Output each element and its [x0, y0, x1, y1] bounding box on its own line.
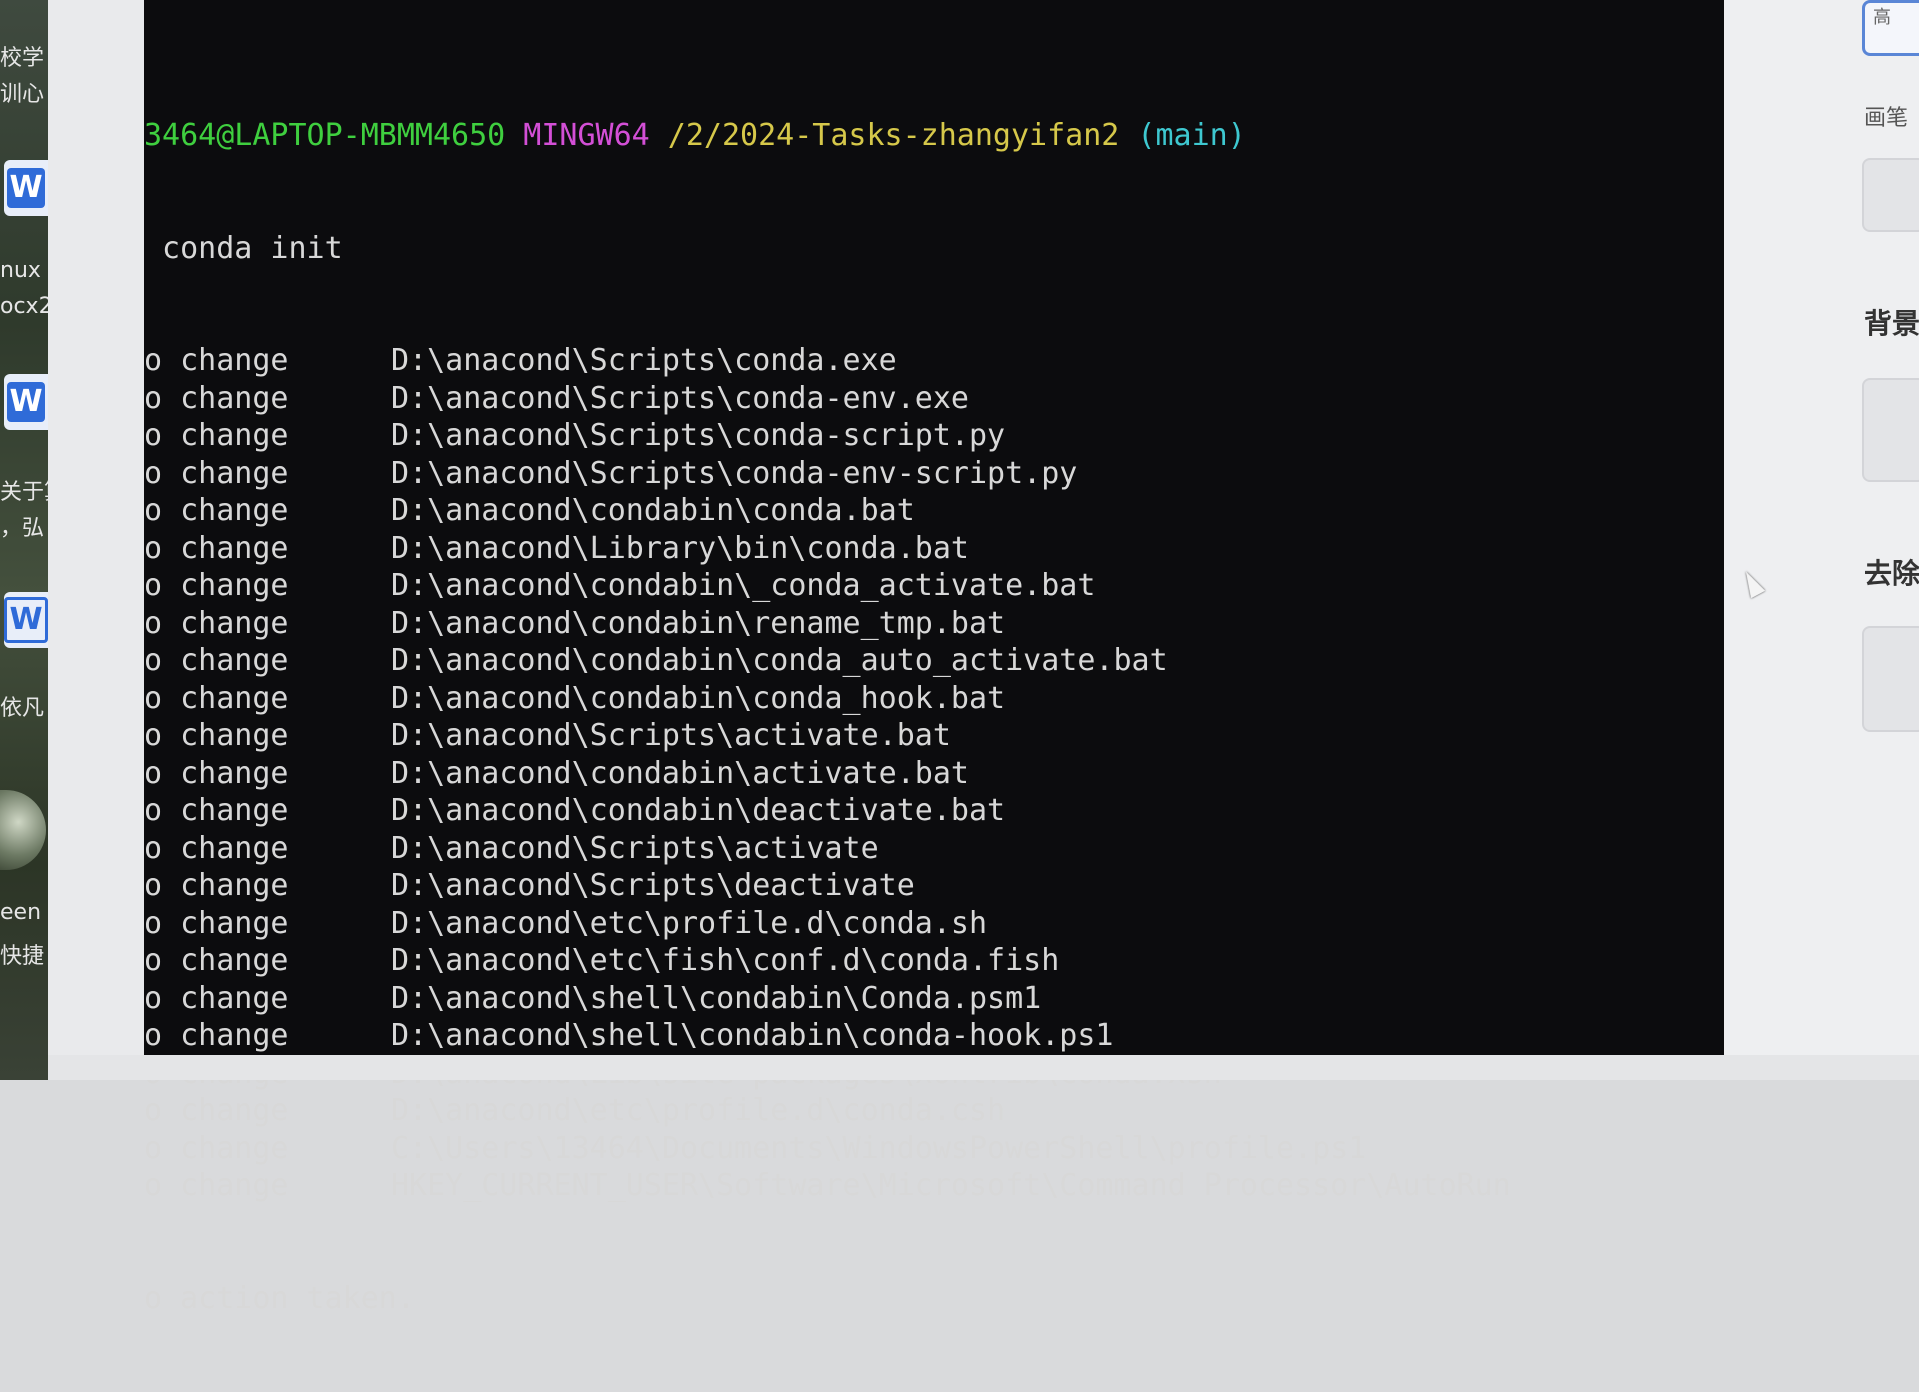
line-target-path: D:\anacond\Library\bin\conda.bat: [391, 530, 969, 566]
panel-top-label: 高: [1873, 7, 1891, 28]
bottom-edge: [48, 1055, 1919, 1080]
line-target-path: D:\anacond\condabin\conda_hook.bat: [391, 680, 1006, 716]
line-action: o change: [144, 905, 289, 941]
output-line: o change D:\anacond\condabin\conda.bat: [144, 492, 1724, 530]
output-line: o change C:\Users\13464\Documents\Windows…: [144, 1130, 1724, 1168]
output-line: o change D:\anacond\Scripts\conda-env-scr…: [144, 455, 1724, 493]
output-line: o change D:\anacond\shell\condabin\conda-…: [144, 1017, 1724, 1055]
desktop-label: ，弘: [0, 516, 45, 541]
prompt-line: 3464@LAPTOP-MBMM4650 MINGW64 /2/2024-Tas…: [144, 117, 1724, 155]
line-target-path: D:\anacond\condabin\conda_auto_activate.…: [391, 643, 1168, 678]
terminal-window[interactable]: 3464@LAPTOP-MBMM4650 MINGW64 /2/2024-Tas…: [144, 0, 1724, 1316]
desktop-label: 依凡: [0, 696, 45, 721]
line-action: o change: [144, 868, 289, 903]
panel-label-brush: 画笔: [1864, 106, 1909, 131]
panel-top-button[interactable]: 高: [1862, 0, 1919, 56]
command-line: conda init: [144, 230, 343, 266]
output-line: o change D:\anacond\Scripts\deactivate: [144, 867, 1724, 905]
line-action: o change: [144, 980, 289, 1016]
output-line: o change D:\anacond\Scripts\conda-env.exe: [144, 380, 1724, 418]
line-action: o change: [144, 530, 289, 566]
line-target-path: D:\anacond\Scripts\conda-env.exe: [391, 380, 969, 416]
line-action: o change: [144, 493, 289, 528]
line-target-path: D:\anacond\condabin\_conda_activate.bat: [391, 568, 1096, 603]
desktop-label: 训心: [0, 82, 45, 107]
output-line: o change D:\anacond\condabin\rename_tmp.b…: [144, 605, 1724, 643]
desktop-label: ocx2: [0, 294, 48, 319]
line-target-path: D:\anacond\condabin\rename_tmp.bat: [391, 605, 1006, 641]
output-line: o change HKEY_CURRENT_USER\Software\Micro…: [144, 1167, 1724, 1205]
line-action: o change: [144, 1168, 289, 1203]
line-action: o change: [144, 418, 289, 453]
line-target-path: D:\anacond\shell\condabin\Conda.psm1: [391, 980, 1042, 1016]
output-line: o change D:\anacond\etc\profile.d\conda.c…: [144, 1092, 1724, 1130]
output-line: o change D:\anacond\condabin\conda_auto_a…: [144, 642, 1724, 680]
line-action: o change: [144, 1093, 289, 1128]
output-line: o change D:\anacond\condabin\conda_hook.b…: [144, 680, 1724, 718]
line-action: o change: [144, 643, 289, 678]
line-target-path: D:\anacond\etc\profile.d\conda.sh: [391, 905, 988, 941]
output-line: o change D:\anacond\etc\fish\conf.d\conda…: [144, 942, 1724, 980]
output-line: o change D:\anacond\Scripts\conda.exe: [144, 342, 1724, 380]
prompt-user-host: 3464@LAPTOP-MBMM4650: [144, 118, 506, 153]
output-line: o change D:\anacond\Scripts\activate: [144, 830, 1724, 868]
line-target-path: HKEY_CURRENT_USER\Software\Microsoft\Com…: [391, 1168, 1511, 1203]
output-line: o change D:\anacond\Library\bin\conda.bat: [144, 530, 1724, 568]
output-line: o change D:\anacond\shell\condabin\Conda.…: [144, 980, 1724, 1018]
output-line: o change D:\anacond\etc\profile.d\conda.s…: [144, 905, 1724, 943]
line-action: o change: [144, 680, 289, 716]
output-line: o change D:\anacond\Scripts\conda-script.…: [144, 417, 1724, 455]
panel-option-box[interactable]: [1862, 626, 1919, 732]
line-action: o change: [144, 380, 289, 416]
window-margin: [48, 0, 144, 1080]
desktop-label: een: [0, 900, 42, 925]
line-target-path: D:\anacond\shell\condabin\conda-hook.ps1: [391, 1018, 1114, 1053]
line-target-path: D:\anacond\condabin\deactivate.bat: [391, 793, 1006, 828]
line-action: o change: [144, 455, 289, 491]
globe-icon[interactable]: [0, 790, 46, 870]
wps-writer-icon[interactable]: W: [4, 374, 48, 430]
line-target-path: D:\anacond\Scripts\deactivate: [391, 868, 915, 903]
line-action: o change: [144, 343, 289, 378]
line-target-path: D:\anacond\Scripts\activate.bat: [391, 718, 951, 753]
wps-writer-icon[interactable]: W: [4, 592, 48, 648]
desktop-strip: 校学 训心 W nux ocx2 W 关于算 ，弘 W 依凡 een 快捷: [0, 0, 48, 1080]
panel-option-box[interactable]: [1862, 158, 1919, 232]
line-target-path: D:\anacond\etc\fish\conf.d\conda.fish: [391, 943, 1060, 978]
line-action: o change: [144, 718, 289, 753]
panel-label-remove: 去除: [1864, 557, 1919, 590]
line-target-path: D:\anacond\Scripts\conda.exe: [391, 343, 897, 378]
line-action: o change: [144, 1018, 289, 1053]
wps-writer-icon[interactable]: W: [4, 160, 48, 216]
line-action: o change: [144, 1130, 289, 1166]
line-target-path: D:\anacond\Scripts\conda-env-script.py: [391, 455, 1078, 491]
desktop-label: 关于算: [0, 480, 48, 505]
line-action: o change: [144, 943, 289, 978]
prompt-system: MINGW64: [523, 118, 650, 153]
line-target-path: D:\anacond\Scripts\conda-script.py: [391, 418, 1006, 453]
line-action: o change: [144, 568, 289, 603]
desktop-label: nux: [0, 258, 41, 283]
line-action: o change: [144, 605, 289, 641]
prompt-path: /2/2024-Tasks-zhangyifan2: [667, 118, 1120, 153]
line-target-path: D:\anacond\condabin\activate.bat: [391, 755, 969, 791]
output-line: o change D:\anacond\condabin\_conda_activ…: [144, 567, 1724, 605]
final-line: o action taken.: [144, 1280, 415, 1316]
line-target-path: C:\Users\13464\Documents\WindowsPowerShe…: [391, 1130, 1367, 1166]
line-target-path: D:\anacond\condabin\conda.bat: [391, 493, 915, 528]
desktop-label: 校学: [0, 46, 45, 71]
panel-option-box[interactable]: [1862, 378, 1919, 482]
prompt-branch: (main): [1137, 118, 1246, 153]
line-target-path: D:\anacond\etc\profile.d\conda.csh: [391, 1093, 1006, 1128]
output-line: o change D:\anacond\Scripts\activate.bat: [144, 717, 1724, 755]
line-action: o change: [144, 793, 289, 828]
panel-label-background: 背景: [1864, 307, 1919, 340]
output-line: o change D:\anacond\condabin\deactivate.b…: [144, 792, 1724, 830]
line-action: o change: [144, 755, 289, 791]
line-target-path: D:\anacond\Scripts\activate: [391, 830, 879, 866]
desktop-label: 快捷: [0, 944, 45, 969]
line-action: o change: [144, 830, 289, 866]
output-line: o change D:\anacond\condabin\activate.bat: [144, 755, 1724, 793]
terminal-output: 3464@LAPTOP-MBMM4650 MINGW64 /2/2024-Tas…: [144, 42, 1724, 1392]
